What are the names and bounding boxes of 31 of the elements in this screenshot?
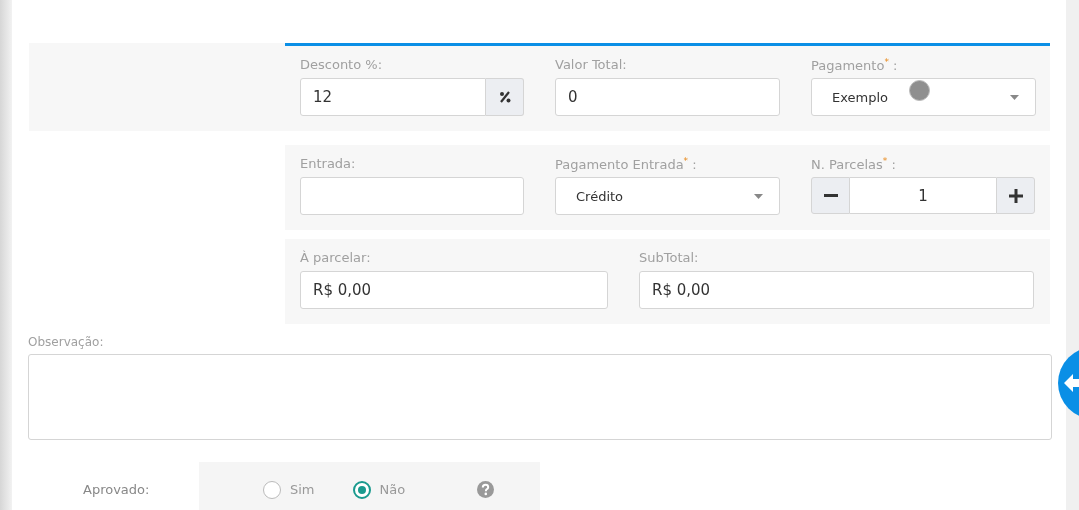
minus-button[interactable] — [811, 177, 850, 214]
select-field[interactable]: Exemplo — [811, 78, 1036, 116]
field-label: N. Parcelas$^{*}$ : — [811, 156, 897, 174]
radio-button[interactable] — [263, 480, 281, 499]
input-field[interactable]: 0 — [555, 78, 780, 116]
field-label: Pagamento Entrada$^{*}$ : — [555, 156, 698, 174]
plus-icon — [1008, 188, 1023, 203]
caret-icon — [1010, 94, 1019, 100]
input-field[interactable]: R$ 0,00 — [639, 271, 1034, 309]
field-label: À parcelar: — [300, 250, 372, 267]
input-field[interactable] — [300, 177, 524, 215]
select-field[interactable]: Crédito — [555, 177, 780, 215]
caret-icon — [754, 193, 763, 199]
minus-icon — [823, 194, 838, 197]
radio-button[interactable] — [352, 480, 371, 499]
arrow-left-icon — [1064, 374, 1079, 392]
field-label: Observação: — [28, 335, 105, 351]
field-label: Aprovado: — [83, 482, 151, 497]
dot-icon — [909, 80, 930, 101]
percent-button[interactable] — [486, 78, 524, 116]
help-icon — [477, 481, 495, 498]
field-label: Entrada: — [300, 156, 357, 173]
input-field[interactable]: R$ 0,00 — [300, 271, 608, 309]
field-label: Desconto %: — [300, 57, 384, 74]
input-field[interactable]: 12 — [300, 78, 486, 116]
field-label: Valor Total: — [555, 57, 628, 74]
plus-button[interactable] — [996, 177, 1035, 214]
field-label: SubTotal: — [639, 250, 700, 267]
field-label: Pagamento$^{*}$ : — [811, 57, 899, 75]
percent-icon — [498, 91, 511, 103]
number-field[interactable]: 1 — [850, 177, 996, 214]
